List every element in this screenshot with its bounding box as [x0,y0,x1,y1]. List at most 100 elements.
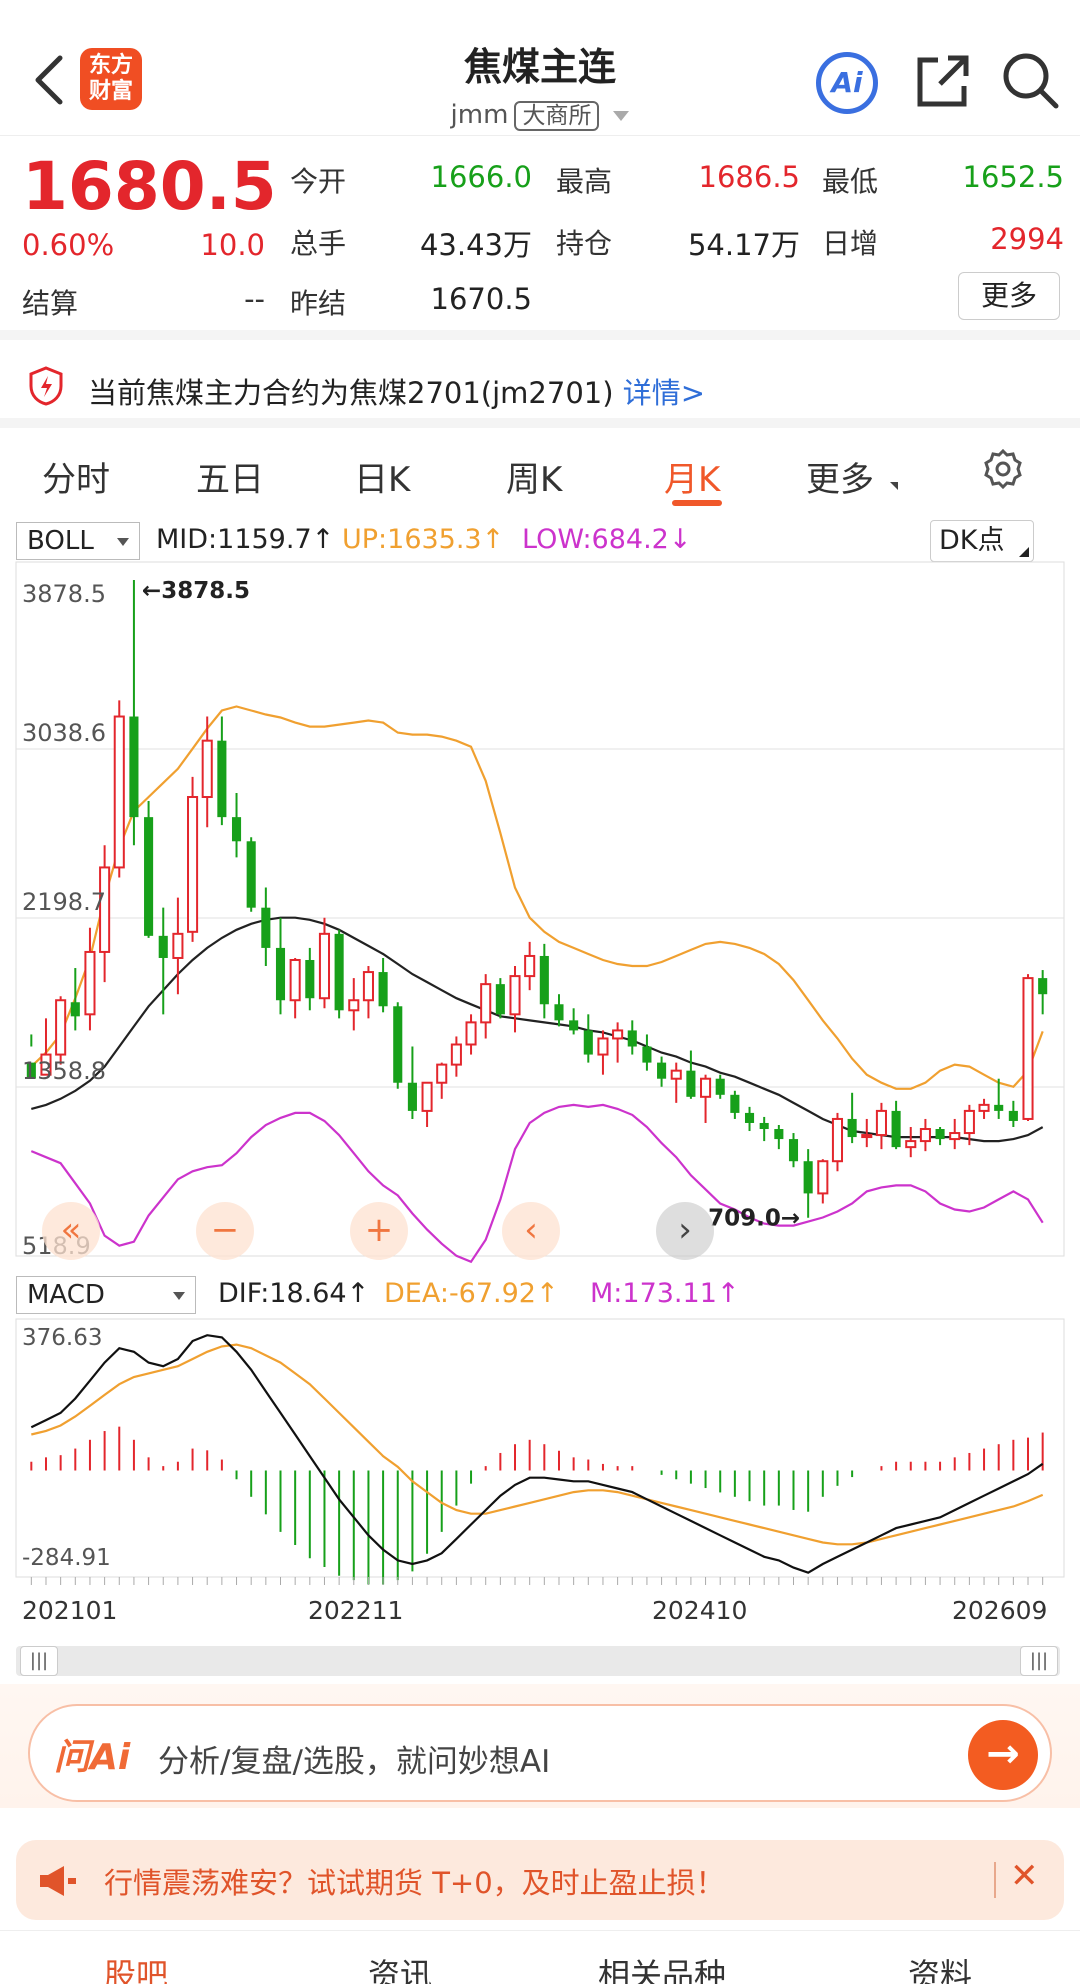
candle-body-down [217,740,227,818]
chart-scrollbar[interactable] [16,1646,1060,1676]
scroll-grip-left[interactable]: ||| [20,1646,58,1676]
candle-body-up [875,1109,887,1137]
settle-label: 结算 [22,287,79,320]
kline-chart[interactable]: 3878.53038.62198.71358.8518.9 ←3878.5709… [0,560,1080,1270]
contract-code: jmm [450,100,509,130]
boll-low-value: LOW:684.2↓ [522,524,692,555]
macd-m-value: M:173.11↑ [590,1278,740,1309]
tab-daily-k[interactable]: 日K [354,452,410,501]
candle-body-up [113,715,125,869]
candle-body-down [744,1112,755,1123]
prev-settle-value: 1670.5 [430,282,532,316]
tab-weekly-k[interactable]: 周K [506,452,562,501]
candle-body-down [305,959,315,999]
change-value: 10.0 [200,228,265,262]
candle-body-up [670,1069,682,1080]
shield-icon [29,366,63,406]
candle-body-up [348,999,360,1012]
candle-body-down [539,955,549,1005]
macd-dif-value: DIF:18.64↑ [218,1278,370,1309]
oi-value: 54.17万 [687,228,800,262]
more-quote-button[interactable]: 更多 [958,272,1060,320]
boll-selector[interactable]: BOLL [16,522,140,560]
search-icon[interactable] [1000,50,1060,110]
candle-body-down [144,817,154,936]
bottom-tab-forum[interactable]: 股吧 [104,1950,168,1984]
candle-body-down [393,1006,403,1083]
candle-body-down [657,1062,667,1079]
candle-body-up [700,1077,712,1098]
share-icon[interactable] [914,52,972,110]
macd-frame [15,1318,1065,1578]
candle-body-down [788,1139,799,1162]
candle-body-down [583,1030,593,1055]
exchange-tag: 大商所 [514,101,600,131]
candle-body-down [158,935,168,958]
active-tab-indicator [672,500,722,506]
candle-body-down [407,1082,417,1111]
candle-body-down [1008,1110,1018,1121]
candle-body-down [275,947,286,1001]
bottom-tab-info[interactable]: 资料 [908,1950,972,1984]
change-percent: 0.60% [22,228,115,262]
tab-monthly-k[interactable]: 月K [664,452,720,501]
y-tick-label: 1358.8 [22,1057,106,1085]
y-tick-label: 2198.7 [22,888,106,916]
volume-label: 总手 [290,227,347,260]
min-price-marker: 709.0→ [708,1206,800,1232]
max-price-marker: ←3878.5 [142,578,250,604]
tab-minute[interactable]: 分时 [42,452,110,501]
prev-button[interactable]: ‹ [502,1202,560,1260]
candle-body-down [495,984,505,1015]
oi-label: 持仓 [556,227,613,260]
ai-go-button[interactable]: → [968,1720,1038,1790]
candle-body-down [334,933,344,1011]
candle-body-down [642,1046,652,1063]
y-tick-label: 3038.6 [22,719,106,747]
ai-logo: 问Ai [54,1737,131,1778]
candle-body-up [172,932,184,959]
zoom-in-button[interactable]: + [350,1202,408,1260]
candle-body-up [919,1128,931,1143]
bottom-tab-news[interactable]: 资讯 [368,1950,432,1984]
candle-body-down [627,1030,637,1047]
boll-up-value: UP:1635.3↑ [342,524,505,555]
candle-body-up [201,739,213,799]
prev-settle-label: 昨结 [290,287,347,320]
candle-body-up [421,1081,433,1112]
candle-body-down [1038,978,1048,995]
zoom-out-button[interactable]: − [196,1202,254,1260]
boll-up-line [30,705,1044,1090]
tab-five-day[interactable]: 五日 [196,452,264,501]
gear-icon[interactable] [982,448,1024,490]
macd-selector[interactable]: MACD [16,1276,196,1314]
candle-body-down [891,1110,901,1148]
open-label: 今开 [290,165,347,198]
dk-point-button[interactable]: DK点 [930,520,1034,562]
settle-value: -- [244,282,265,316]
candle-body-down [935,1129,945,1140]
next-button[interactable]: › [656,1202,714,1260]
low-value: 1652.5 [962,160,1064,194]
promo-close-button[interactable]: ✕ [1010,1856,1039,1896]
candle-body-up [289,958,301,1002]
tab-more[interactable]: 更多 [806,452,874,501]
candle-body-up [84,950,96,1016]
ai-button[interactable]: Ai [816,52,878,114]
notice-detail-link[interactable]: 详情> [623,376,705,410]
tab-more-caret-icon [890,482,898,490]
candle-body-up [450,1043,462,1066]
chevron-down-icon [613,110,630,121]
bottom-tab-related[interactable]: 相关品种 [598,1950,726,1984]
x-label-3: 202410 [652,1596,748,1625]
y-tick-label: 3878.5 [22,580,106,608]
candle-body-up [436,1063,448,1084]
scroll-grip-right[interactable]: ||| [1020,1646,1058,1676]
macd-chart[interactable]: 376.63 -284.91 [0,1315,1080,1595]
candle-body-up [187,796,199,933]
fast-back-button[interactable]: « [42,1202,100,1260]
candle-body-up [831,1117,844,1163]
open-value: 1666.0 [430,160,532,194]
ai-search-input[interactable]: 分析/复盘/选股，就问妙想AI [158,1736,550,1781]
macd-dea-value: DEA:-67.92↑ [384,1278,559,1309]
